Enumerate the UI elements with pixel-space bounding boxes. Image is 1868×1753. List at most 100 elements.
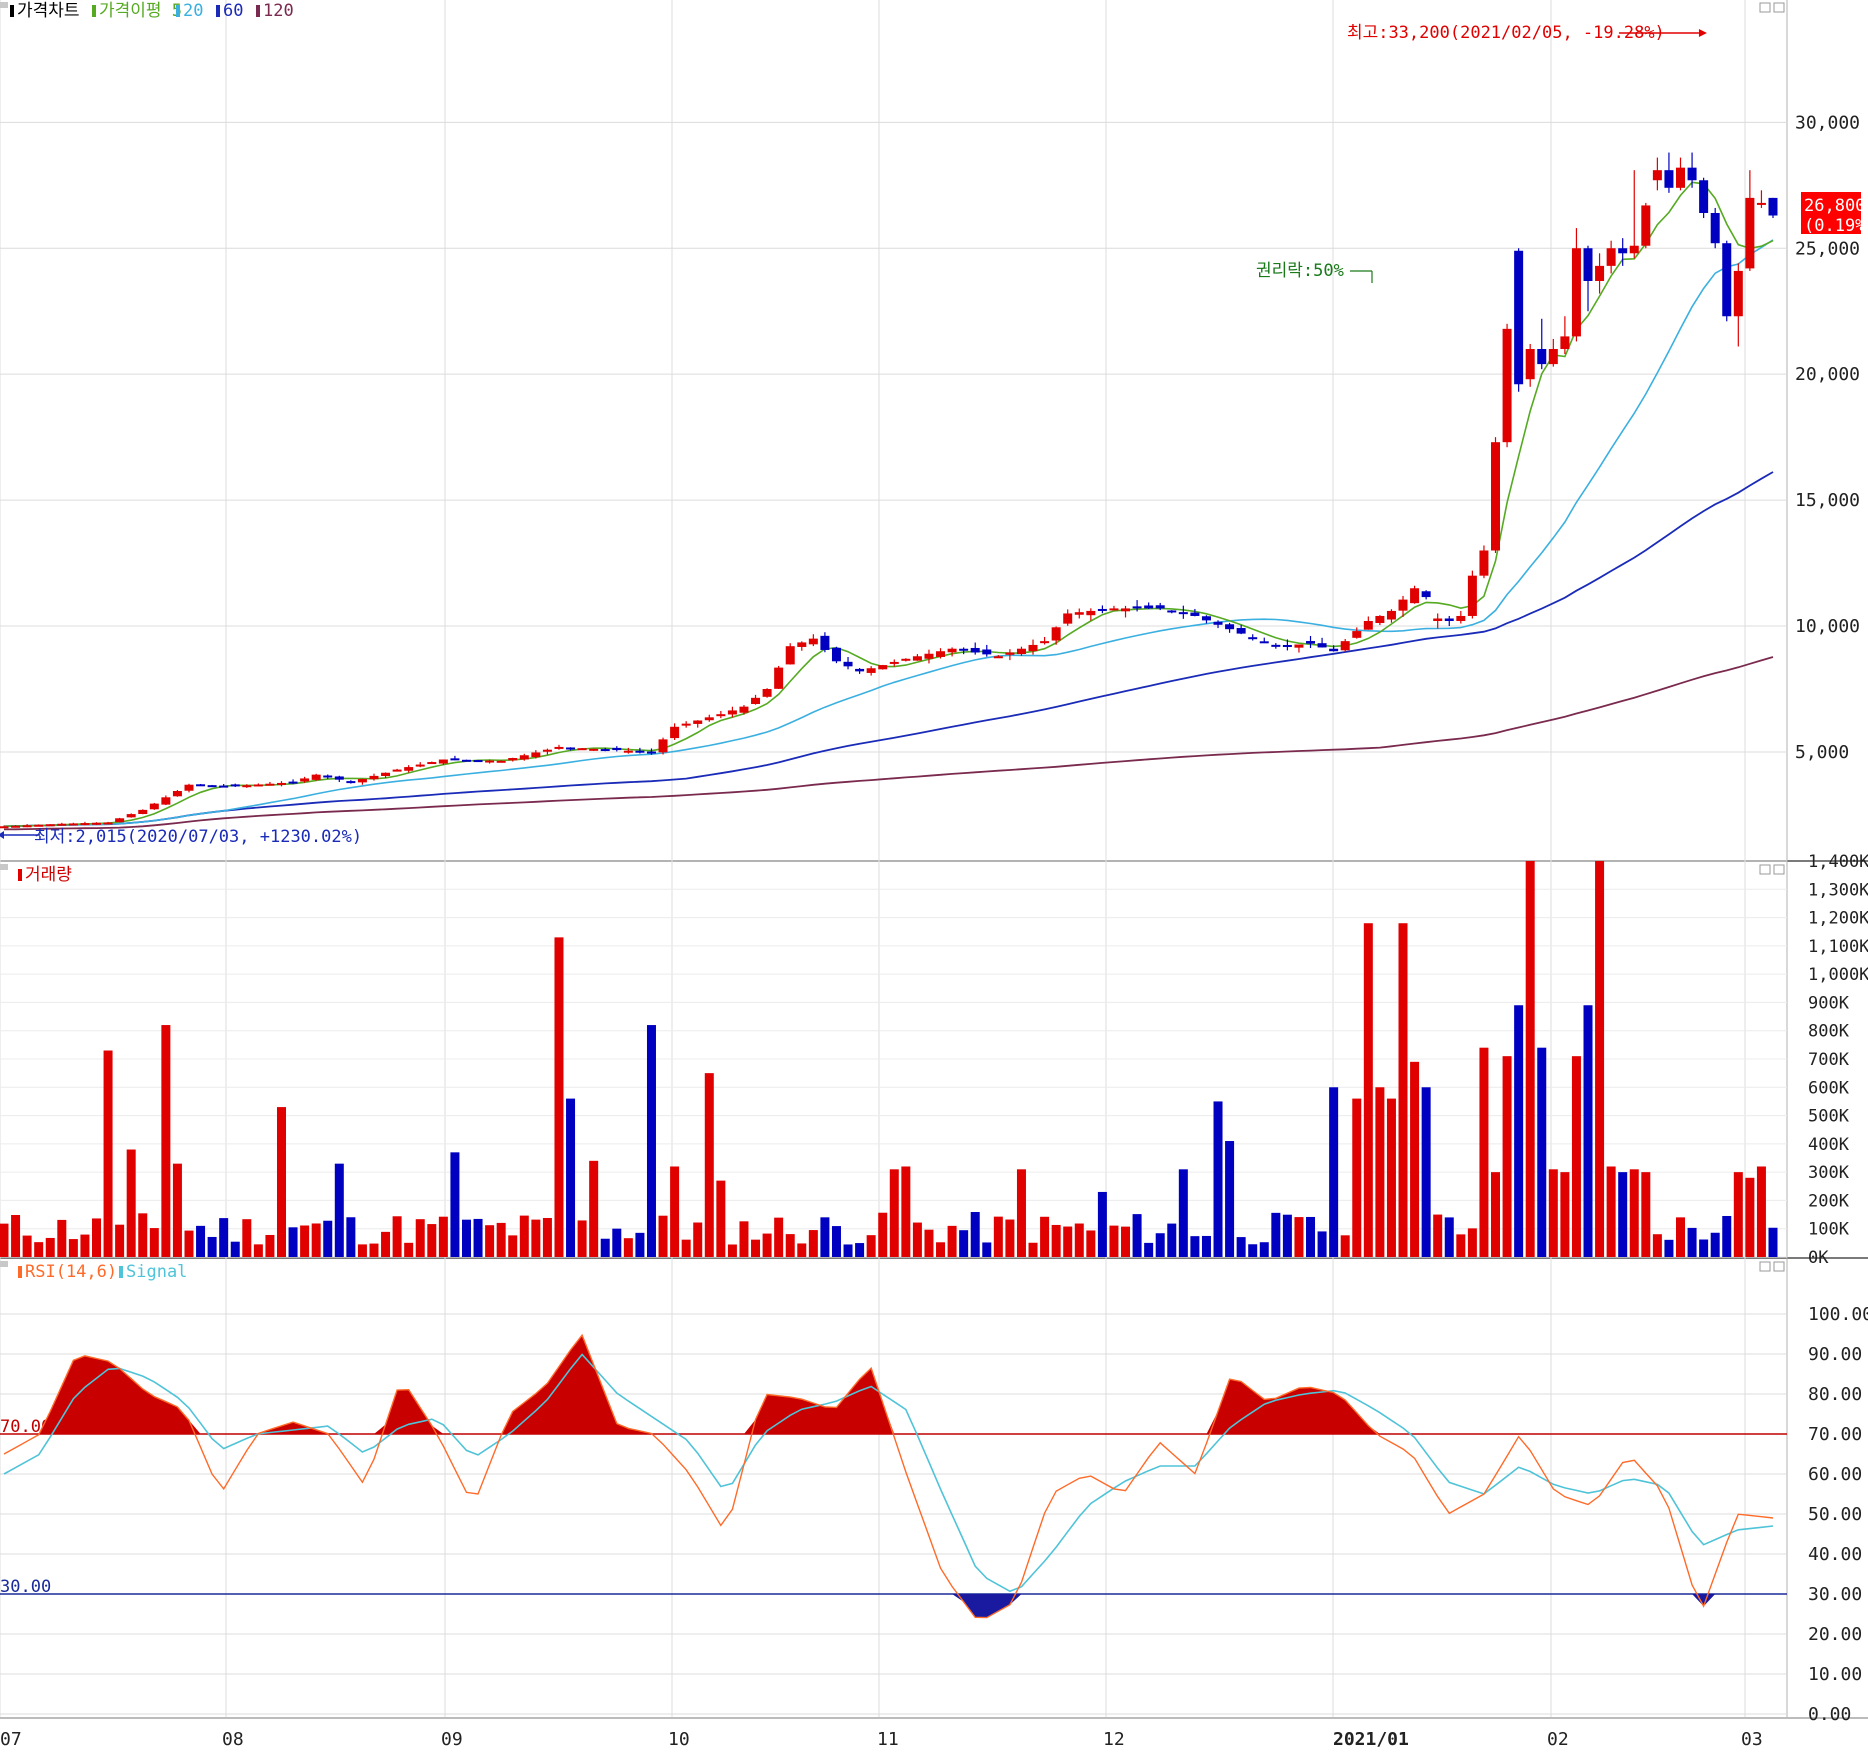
rsi-y-tick: 0.00 xyxy=(1808,1704,1851,1725)
candle-up xyxy=(1560,336,1570,349)
legend-swatch xyxy=(92,5,96,17)
candle-up xyxy=(1548,348,1558,365)
volume-bar-up xyxy=(1756,1166,1766,1257)
volume-bar-up xyxy=(542,1217,552,1257)
volume-bar-up xyxy=(485,1225,495,1257)
candle-up xyxy=(1352,631,1362,638)
candle-down xyxy=(970,647,980,653)
candle-up xyxy=(1028,644,1038,652)
volume-bar-up xyxy=(276,1107,286,1257)
candle-down xyxy=(1583,248,1593,281)
volume-bar-up xyxy=(149,1228,159,1257)
volume-bar-up xyxy=(1629,1169,1639,1257)
candle-up xyxy=(1386,610,1396,620)
volume-bar-up xyxy=(797,1243,807,1257)
volume-bar-up xyxy=(115,1224,125,1257)
candle-up xyxy=(265,783,275,786)
volume-bar-up xyxy=(1121,1226,1131,1257)
candle-down xyxy=(843,661,853,667)
volume-legend: 거래량 xyxy=(25,865,72,885)
candle-up xyxy=(542,749,552,752)
volume-bar-up xyxy=(415,1219,425,1257)
candle-down xyxy=(323,775,333,778)
volume-bar-up xyxy=(427,1224,437,1257)
volume-bar-down xyxy=(1514,1005,1524,1257)
candle-up xyxy=(947,648,957,653)
legend-label: 120 xyxy=(263,1,294,21)
candle-down xyxy=(646,751,656,754)
candle-up xyxy=(1016,648,1026,655)
candle-down xyxy=(230,784,240,787)
volume-bar-up xyxy=(1063,1226,1073,1257)
rsi-30-label: 30.00 xyxy=(0,1577,51,1597)
volume-bar-up xyxy=(34,1242,44,1257)
volume-bar-up xyxy=(866,1235,876,1257)
x-tick-label: 10 xyxy=(668,1729,690,1749)
volume-bar-down xyxy=(1664,1239,1674,1257)
candle-down xyxy=(1421,591,1431,598)
volume-bar-down xyxy=(1421,1087,1431,1257)
volume-y-tick: 200K xyxy=(1808,1191,1850,1211)
volume-bar-up xyxy=(1340,1235,1350,1257)
volume-bar-down xyxy=(970,1212,980,1257)
rights-annotation: 권리락:50% xyxy=(1256,261,1344,281)
price-y-tick: 20,000 xyxy=(1795,364,1860,385)
candle-up xyxy=(404,767,414,771)
candle-up xyxy=(704,717,714,721)
rsi-y-tick: 70.00 xyxy=(1808,1424,1862,1445)
candle-down xyxy=(959,648,969,651)
candle-up xyxy=(485,760,495,763)
volume-bar-down xyxy=(461,1219,471,1257)
volume-bar-up xyxy=(785,1234,795,1257)
volume-bar-up xyxy=(1745,1177,1755,1257)
candle-up xyxy=(1676,167,1686,188)
volume-bar-down xyxy=(1225,1141,1235,1257)
volume-bar-up xyxy=(554,937,564,1257)
volume-bar-up xyxy=(1363,923,1373,1257)
candle-up xyxy=(381,772,391,776)
volume-bar-up xyxy=(91,1218,101,1257)
candle-up xyxy=(68,823,78,826)
volume-bar-up xyxy=(1375,1087,1385,1257)
volume-bar-up xyxy=(623,1238,633,1257)
candle-down xyxy=(1213,621,1223,625)
volume-bar-up xyxy=(1606,1166,1616,1257)
volume-bar-up xyxy=(253,1244,263,1257)
volume-bar-down xyxy=(855,1243,865,1257)
x-tick-label: 2021/01 xyxy=(1333,1729,1409,1749)
rsi-y-tick: 20.00 xyxy=(1808,1624,1862,1645)
candle-down xyxy=(1618,248,1628,254)
candle-up xyxy=(1086,610,1096,616)
stock-chart: 07 08 09 10 11 12 2021/01 02 03 30,000 25,000 20,00… xyxy=(0,0,1868,1750)
volume-bar-up xyxy=(11,1214,21,1257)
candle-up xyxy=(716,714,726,717)
candle-up xyxy=(519,755,529,760)
x-tick-label: 03 xyxy=(1741,1729,1763,1749)
volume-y-tick: 300K xyxy=(1808,1163,1850,1183)
volume-bar-up xyxy=(369,1243,379,1257)
candle-up xyxy=(369,775,379,780)
candle-up xyxy=(496,760,506,763)
volume-y-tick: 1,000K xyxy=(1808,965,1868,985)
candle-up xyxy=(1641,205,1651,246)
candle-up xyxy=(1340,641,1350,651)
volume-bar-up xyxy=(103,1050,113,1257)
volume-bar-up xyxy=(519,1215,529,1257)
volume-bar-up xyxy=(138,1213,148,1257)
volume-bar-up xyxy=(947,1225,957,1257)
candle-up xyxy=(889,661,899,664)
candle-up xyxy=(739,706,749,713)
candle-down xyxy=(1190,612,1200,616)
volume-bar-down xyxy=(323,1220,333,1257)
volume-bar-up xyxy=(265,1234,275,1257)
volume-bar-up xyxy=(531,1219,541,1257)
volume-bar-down xyxy=(473,1218,483,1257)
volume-bar-down xyxy=(1444,1217,1454,1257)
candle-down xyxy=(1259,641,1269,644)
legend-swatch xyxy=(10,5,14,17)
volume-bar-down xyxy=(843,1244,853,1257)
candle-up xyxy=(1051,627,1061,641)
volume-bar-down xyxy=(1722,1215,1732,1257)
volume-bar-up xyxy=(22,1235,32,1257)
candle-down xyxy=(1236,628,1246,634)
